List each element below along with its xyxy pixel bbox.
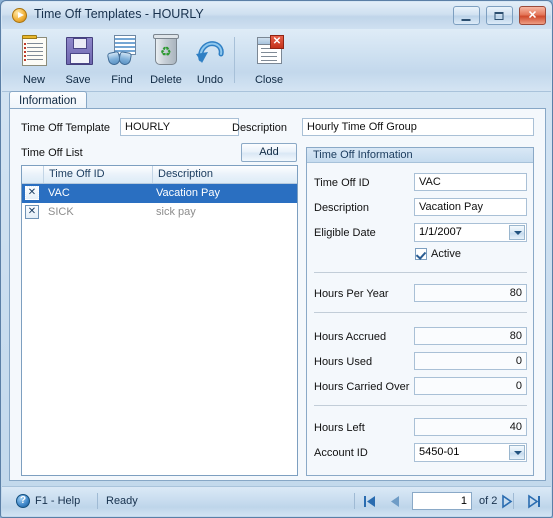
help-label[interactable]: F1 - Help bbox=[35, 495, 80, 507]
toolbar-separator bbox=[234, 37, 235, 83]
divider bbox=[314, 272, 527, 273]
time-off-list[interactable]: Time Off ID Description ✕ VAC Vacation P… bbox=[21, 165, 298, 476]
app-play-circle-icon bbox=[12, 8, 27, 23]
eligible-date-value: 1/1/2007 bbox=[419, 226, 462, 238]
hours-per-year-label: Hours Per Year bbox=[314, 288, 389, 300]
maximize-button[interactable] bbox=[485, 6, 513, 25]
application-window: Time Off Templates - HOURLY ✕ New Save F… bbox=[0, 0, 553, 518]
minimize-button[interactable] bbox=[452, 6, 480, 25]
group-title: Time Off Information bbox=[307, 148, 533, 163]
chevron-down-icon[interactable] bbox=[509, 445, 525, 460]
last-record-icon[interactable] bbox=[526, 494, 544, 509]
info-time-off-id-label: Time Off ID bbox=[314, 177, 370, 189]
row-time-off-id: SICK bbox=[48, 206, 74, 218]
hours-accrued-label: Hours Accrued bbox=[314, 331, 387, 343]
time-off-list-label: Time Off List bbox=[21, 147, 83, 159]
undo-button-label: Undo bbox=[196, 74, 224, 86]
new-document-icon bbox=[17, 35, 51, 68]
table-row[interactable]: ✕ VAC Vacation Pay bbox=[22, 184, 297, 203]
binoculars-icon bbox=[105, 35, 139, 68]
info-eligible-date-label: Eligible Date bbox=[314, 227, 376, 239]
time-off-template-input[interactable]: HOURLY bbox=[120, 118, 239, 136]
hours-accrued-input[interactable]: 80 bbox=[414, 327, 527, 345]
add-button[interactable]: Add bbox=[241, 143, 297, 162]
delete-row-icon[interactable]: ✕ bbox=[25, 186, 39, 200]
info-description-label: Description bbox=[314, 202, 370, 214]
info-time-off-id-input[interactable]: VAC bbox=[414, 173, 527, 191]
account-id-combobox[interactable]: 5450-01 bbox=[414, 443, 527, 462]
header-description-label: Description bbox=[232, 122, 288, 134]
row-description: Vacation Pay bbox=[156, 187, 221, 199]
column-header-description: Description bbox=[158, 168, 214, 180]
help-icon[interactable]: ? bbox=[16, 494, 30, 508]
tab-strip: Information bbox=[9, 91, 546, 109]
record-count-label: of 2 bbox=[479, 495, 498, 507]
window-controls: ✕ bbox=[450, 6, 546, 26]
status-separator bbox=[97, 493, 98, 509]
header-description-input[interactable]: Hourly Time Off Group bbox=[302, 118, 534, 136]
record-number-input[interactable]: 1 bbox=[412, 492, 472, 510]
time-off-template-label: Time Off Template bbox=[21, 122, 111, 134]
close-button-label: Close bbox=[254, 74, 284, 86]
toolbar: New Save Find ♻ Delete Undo ✕ Close bbox=[2, 29, 551, 92]
close-icon: ✕ bbox=[527, 9, 538, 21]
hours-used-input[interactable]: 0 bbox=[414, 352, 527, 370]
list-header: Time Off ID Description bbox=[22, 166, 297, 184]
hours-used-label: Hours Used bbox=[314, 356, 373, 368]
status-state: Ready bbox=[106, 495, 138, 507]
first-record-icon[interactable] bbox=[361, 494, 379, 509]
account-id-label: Account ID bbox=[314, 447, 368, 459]
hours-per-year-input[interactable]: 80 bbox=[414, 284, 527, 302]
eligible-date-combobox[interactable]: 1/1/2007 bbox=[414, 223, 527, 242]
table-row[interactable]: ✕ SICK sick pay bbox=[22, 203, 297, 222]
column-header-time-off-id: Time Off ID bbox=[49, 168, 105, 180]
undo-arrow-icon bbox=[193, 35, 227, 68]
divider bbox=[314, 405, 527, 406]
status-bar: ? F1 - Help Ready 1 of 2 bbox=[2, 486, 551, 516]
information-panel: Time Off Template HOURLY Description Hou… bbox=[9, 108, 546, 481]
floppy-disk-icon bbox=[61, 35, 95, 68]
hours-left-input[interactable]: 40 bbox=[414, 418, 527, 436]
account-id-value: 5450-01 bbox=[419, 446, 460, 458]
row-time-off-id: VAC bbox=[48, 187, 70, 199]
active-checkbox[interactable] bbox=[415, 248, 427, 260]
row-description: sick pay bbox=[156, 206, 196, 218]
hours-carried-over-input[interactable]: 0 bbox=[414, 377, 527, 395]
title-bar: Time Off Templates - HOURLY ✕ bbox=[2, 2, 551, 30]
previous-record-icon[interactable] bbox=[386, 494, 404, 509]
recycle-bin-icon: ♻ bbox=[149, 34, 183, 68]
hours-left-label: Hours Left bbox=[314, 422, 365, 434]
chevron-down-icon[interactable] bbox=[509, 225, 525, 240]
close-button[interactable]: ✕ bbox=[519, 6, 546, 25]
next-record-icon[interactable] bbox=[498, 494, 516, 509]
hours-carried-over-label: Hours Carried Over bbox=[314, 381, 410, 393]
tab-information[interactable]: Information bbox=[9, 91, 87, 109]
close-toolbar-button[interactable]: ✕ Close bbox=[243, 32, 295, 88]
divider bbox=[314, 312, 527, 313]
active-label: Active bbox=[431, 248, 461, 260]
delete-row-icon[interactable]: ✕ bbox=[25, 205, 39, 219]
info-description-input[interactable]: Vacation Pay bbox=[414, 198, 527, 216]
nav-separator-left bbox=[354, 493, 355, 509]
time-off-information-group: Time Off Information Time Off ID VAC Des… bbox=[306, 147, 534, 476]
undo-button[interactable]: Undo bbox=[184, 32, 236, 88]
window-title: Time Off Templates - HOURLY bbox=[34, 7, 204, 21]
close-document-icon: ✕ bbox=[252, 35, 286, 68]
